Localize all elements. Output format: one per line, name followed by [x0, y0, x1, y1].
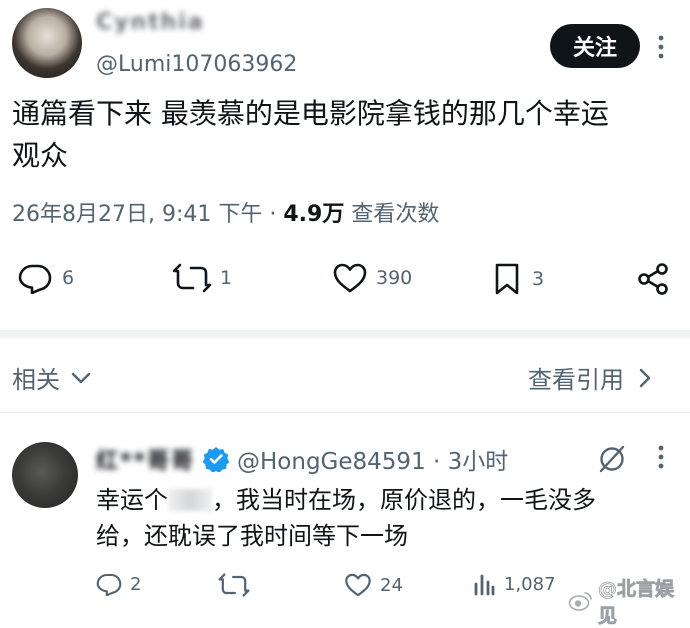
bookmark-action[interactable]: 3	[494, 262, 544, 296]
reply-handle-time[interactable]: @HongGe84591 · 3小时	[237, 442, 508, 476]
reply-count: 6	[62, 267, 75, 289]
repost-action[interactable]: 1	[172, 262, 232, 294]
redacted-word	[168, 489, 212, 511]
repost-count: 1	[220, 267, 233, 289]
chevron-down-icon	[70, 371, 92, 385]
reply-avatar[interactable]	[12, 442, 78, 508]
like-action[interactable]: 390	[332, 262, 412, 294]
reply-icon	[96, 572, 122, 596]
reply-icon	[18, 262, 52, 294]
reply-reply-action[interactable]: 2	[96, 572, 141, 596]
share-icon[interactable]	[636, 262, 670, 296]
reply-divider	[0, 412, 690, 413]
reply-views-action[interactable]: 1,087	[472, 572, 556, 596]
weibo-logo-icon	[568, 590, 594, 612]
post-meta: 26年8月27日, 9:41 下午 · 4.9万 查看次数	[12, 196, 439, 228]
related-label: 相关	[12, 366, 60, 394]
heart-icon	[332, 262, 368, 294]
reply-text-line-2: 给，还耽误了我时间等下一场	[96, 522, 408, 550]
reply-text-line-1: 幸运个 ，我当时在场，原价退的，一毛没多	[96, 484, 596, 516]
bookmark-icon	[494, 262, 520, 296]
reply-views-count: 1,087	[504, 573, 556, 595]
related-toggle[interactable]: 相关	[12, 360, 92, 395]
section-divider	[0, 330, 690, 338]
repost-icon	[172, 262, 212, 294]
view-quotes-link[interactable]: 查看引用	[528, 360, 652, 395]
author-handle[interactable]: @Lumi107063962	[96, 52, 297, 77]
reply-more-options-icon[interactable]	[654, 444, 668, 470]
post-timestamp[interactable]: 26年8月27日, 9:41 下午 ·	[12, 202, 276, 227]
reply-display-name[interactable]: 红**哥哥	[96, 443, 195, 475]
grok-icon[interactable]	[596, 444, 628, 474]
reply-repost-icon[interactable]	[218, 572, 250, 598]
watermark-text: @北言娱见	[598, 578, 675, 628]
reply-text-part-b: ，我当时在场，原价退的，一毛没多	[212, 486, 596, 514]
post-text-line-1: 通篇看下来 最羡慕的是电影院拿钱的那几个幸运	[12, 97, 609, 130]
verified-badge-icon	[203, 446, 230, 472]
bookmark-count: 3	[532, 268, 545, 290]
views-count: 4.9万	[283, 202, 345, 227]
author-display-name[interactable]: Cynthia	[96, 10, 205, 35]
reply-reply-count: 2	[130, 573, 142, 595]
reply-header: 红**哥哥 @HongGe84591 · 3小时	[96, 442, 508, 476]
views-bar-chart-icon	[472, 572, 496, 596]
reply-text-part-a: 幸运个	[96, 486, 168, 514]
reply-action[interactable]: 6	[18, 262, 74, 294]
chevron-right-icon	[638, 367, 652, 389]
post-text-line-2: 观众	[12, 139, 69, 172]
follow-button[interactable]: 关注	[550, 24, 640, 68]
view-quotes-label: 查看引用	[528, 366, 624, 394]
like-count: 390	[376, 267, 413, 289]
author-avatar[interactable]	[12, 8, 82, 78]
watermark: @北言娱见	[568, 574, 690, 628]
more-options-icon[interactable]	[654, 34, 668, 60]
reply-like-count: 24	[380, 574, 403, 596]
views-label: 查看次数	[351, 202, 440, 227]
reply-like-action[interactable]: 24	[344, 572, 403, 598]
heart-icon	[344, 572, 372, 598]
